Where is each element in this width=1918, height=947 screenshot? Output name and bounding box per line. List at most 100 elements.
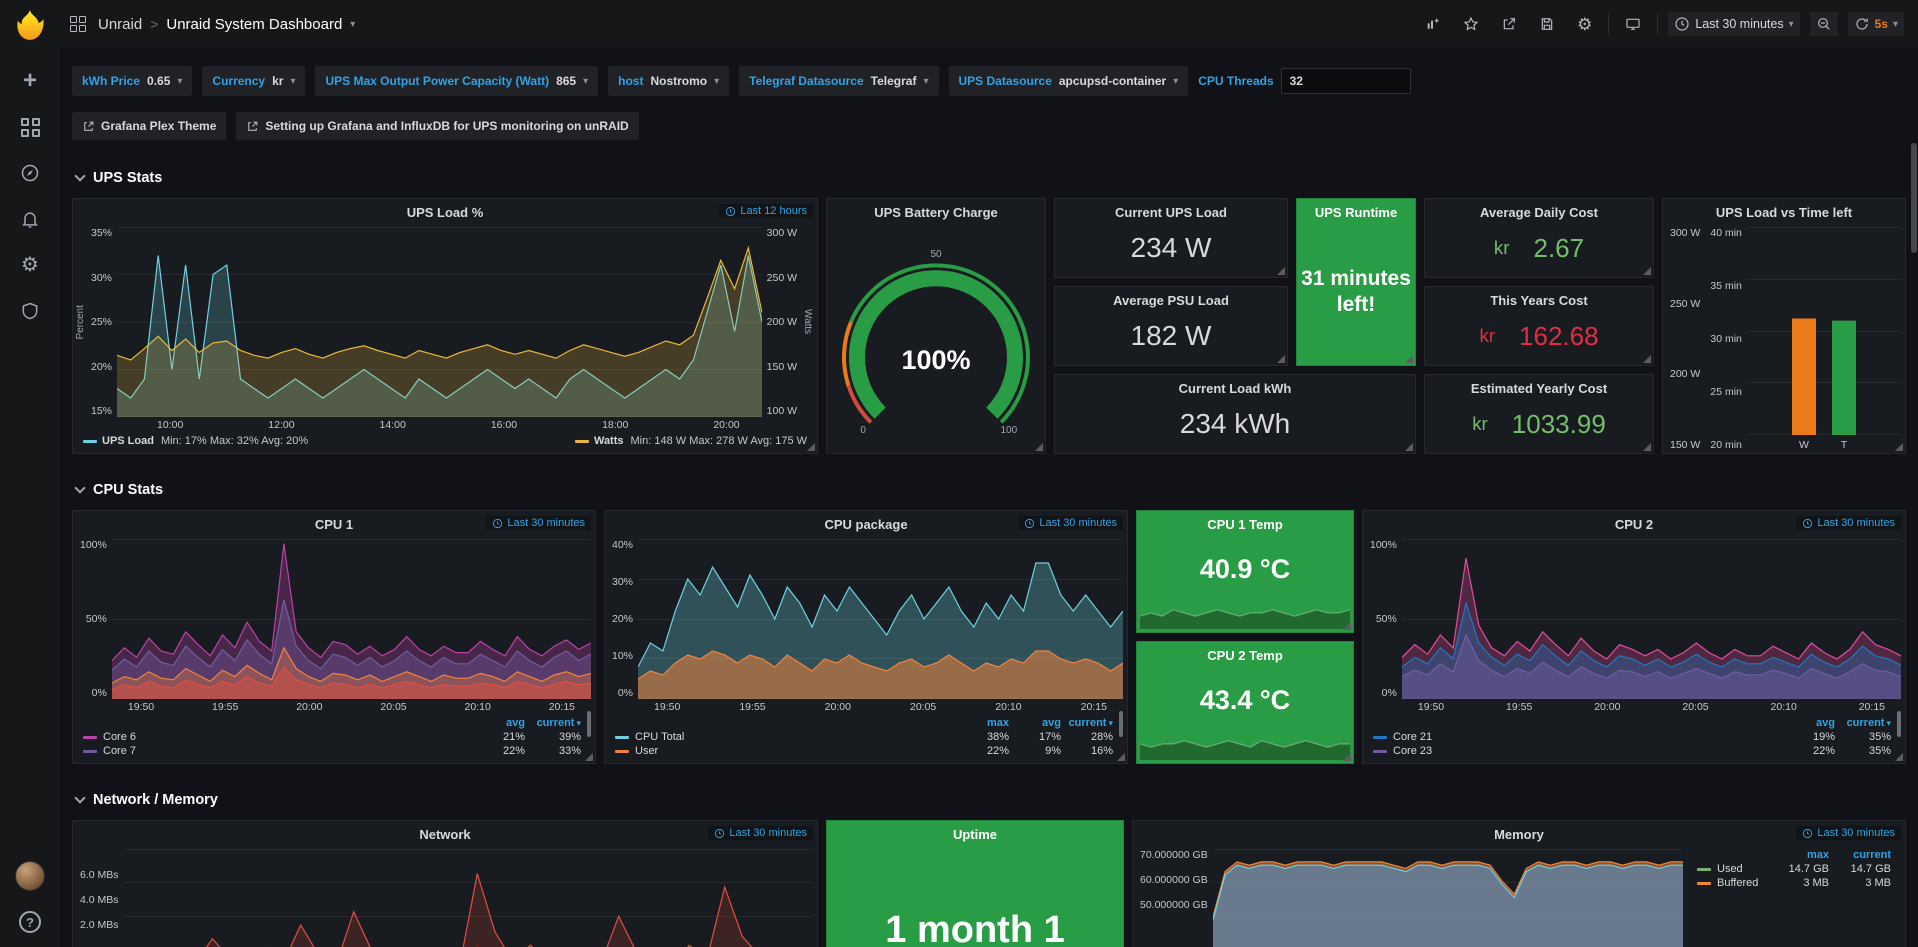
panel-ups-battery-charge[interactable]: UPS Battery Charge 050100100%: [826, 198, 1046, 454]
panel-average-daily-cost[interactable]: Average Daily Cost kr2.67: [1424, 198, 1654, 278]
panel-cpu2[interactable]: CPU 2 Last 30 minutes 100%50%0% 19:5019:…: [1362, 510, 1906, 764]
panel-cpu1[interactable]: CPU 1 Last 30 minutes 100%50%0% 19:5019:…: [72, 510, 596, 764]
panel-estimated-yearly-cost[interactable]: Estimated Yearly Cost kr1033.99: [1424, 374, 1654, 454]
panel-time-override-badge[interactable]: Last 12 hours: [719, 204, 813, 218]
star-button[interactable]: [1457, 12, 1485, 36]
resize-handle[interactable]: [1643, 443, 1651, 451]
resize-handle[interactable]: [1405, 355, 1413, 363]
legend-sort-header[interactable]: avg: [1009, 717, 1061, 729]
resize-handle[interactable]: [1405, 443, 1413, 451]
panel-title[interactable]: UPS Battery Charge: [874, 205, 998, 220]
panel-current-ups-load[interactable]: Current UPS Load 234 W: [1054, 198, 1288, 278]
resize-handle[interactable]: [1343, 622, 1351, 630]
alerting-bell-icon[interactable]: [19, 208, 41, 230]
share-button[interactable]: [1495, 12, 1523, 36]
dashboard-grid-icon[interactable]: [70, 16, 86, 32]
memory-chart[interactable]: [1213, 849, 1683, 947]
variable-currency[interactable]: Currency kr ▾: [202, 66, 305, 96]
legend-scrollbar[interactable]: [587, 711, 591, 737]
panel-title[interactable]: Current UPS Load: [1115, 205, 1227, 220]
ups-bars-chart[interactable]: WT: [1747, 227, 1901, 451]
resize-handle[interactable]: [1895, 443, 1903, 451]
cpu2-chart[interactable]: [1402, 539, 1901, 699]
resize-handle[interactable]: [1277, 355, 1285, 363]
panel-title[interactable]: UPS Load %: [407, 205, 484, 220]
panel-title[interactable]: This Years Cost: [1490, 293, 1587, 308]
variable-telegraf-datasource[interactable]: Telegraf Datasource Telegraf ▾: [739, 66, 938, 96]
link-ups-monitoring-guide[interactable]: Setting up Grafana and InfluxDB for UPS …: [236, 112, 638, 140]
user-avatar[interactable]: [15, 861, 45, 891]
caret-down-icon[interactable]: ▾: [350, 19, 355, 30]
legend-sort-header[interactable]: current▾: [525, 717, 581, 729]
section-header-cpu-stats[interactable]: CPU Stats: [72, 478, 1906, 502]
panel-time-override-badge[interactable]: Last 30 minutes: [486, 516, 591, 530]
panel-title[interactable]: UPS Runtime: [1315, 205, 1397, 220]
cpu1-chart[interactable]: [112, 539, 591, 699]
panel-title[interactable]: Average Daily Cost: [1480, 205, 1598, 220]
panel-uptime[interactable]: Uptime 1 month 1: [826, 820, 1124, 947]
variable-ups-max-output[interactable]: UPS Max Output Power Capacity (Watt) 865…: [315, 66, 598, 96]
resize-handle[interactable]: [807, 443, 815, 451]
panel-time-override-badge[interactable]: Last 30 minutes: [1018, 516, 1123, 530]
legend-item[interactable]: UPS LoadMin: 17% Max: 32% Avg: 20%: [83, 435, 308, 447]
legend-scrollbar[interactable]: [1897, 711, 1901, 737]
variable-ups-datasource[interactable]: UPS Datasource apcupsd-container ▾: [949, 66, 1189, 96]
panel-title[interactable]: CPU 2 Temp: [1207, 648, 1283, 663]
server-admin-shield-icon[interactable]: [19, 300, 41, 322]
link-grafana-plex-theme[interactable]: Grafana Plex Theme: [72, 112, 226, 140]
breadcrumb-folder[interactable]: Unraid: [98, 16, 142, 33]
legend-sort-header[interactable]: current▾: [1835, 717, 1891, 729]
resize-handle[interactable]: [585, 753, 593, 761]
configuration-gear-icon[interactable]: ⚙: [19, 254, 41, 276]
legend-sort-header[interactable]: current▾: [1061, 717, 1113, 729]
page-scrollbar[interactable]: [1910, 48, 1918, 947]
resize-handle[interactable]: [1895, 753, 1903, 761]
panel-title[interactable]: Network: [419, 827, 470, 842]
variable-host[interactable]: host Nostromo ▾: [608, 66, 729, 96]
legend-sort-header[interactable]: max: [957, 717, 1009, 729]
panel-title[interactable]: CPU package: [824, 517, 907, 532]
cpu-threads-input[interactable]: [1281, 68, 1411, 94]
panel-network[interactable]: Network Last 30 minutes 6.0 MBs4.0 MBs2.…: [72, 820, 818, 947]
resize-handle[interactable]: [1643, 355, 1651, 363]
panel-this-years-cost[interactable]: This Years Cost kr162.68: [1424, 286, 1654, 366]
panel-ups-load-percent[interactable]: UPS Load % Last 12 hours Percent 35%30%2…: [72, 198, 818, 454]
variable-kwh-price[interactable]: kWh Price 0.65 ▾: [72, 66, 192, 96]
explore-compass-icon[interactable]: [19, 162, 41, 184]
dashboard-title[interactable]: Unraid System Dashboard: [166, 16, 342, 33]
legend-series-label[interactable]: Used: [1697, 863, 1767, 875]
panel-average-psu-load[interactable]: Average PSU Load 182 W: [1054, 286, 1288, 366]
panel-cpu2-temp[interactable]: CPU 2 Temp 43.4 °C: [1136, 641, 1354, 764]
section-header-network-memory[interactable]: Network / Memory: [72, 788, 1906, 812]
panel-title[interactable]: UPS Load vs Time left: [1716, 205, 1852, 220]
zoom-out-button[interactable]: [1810, 12, 1838, 36]
dashboard-settings-button[interactable]: ⚙: [1571, 12, 1598, 37]
panel-cpu-package[interactable]: CPU package Last 30 minutes 40%30%20%10%…: [604, 510, 1128, 764]
legend-item[interactable]: WattsMin: 148 W Max: 278 W Avg: 175 W: [575, 435, 807, 447]
dashboards-icon[interactable]: [19, 116, 41, 138]
panel-title[interactable]: Average PSU Load: [1113, 293, 1229, 308]
tv-kiosk-button[interactable]: [1619, 12, 1647, 36]
cpu-package-chart[interactable]: [638, 539, 1123, 699]
network-chart[interactable]: [124, 849, 813, 947]
panel-ups-load-vs-time-left[interactable]: UPS Load vs Time left 300 W250 W200 W150…: [1662, 198, 1906, 454]
save-button[interactable]: [1533, 12, 1561, 36]
legend-series-label[interactable]: Core 23: [1373, 745, 1779, 757]
scrollbar-thumb[interactable]: [1911, 143, 1917, 253]
add-panel-button[interactable]: [1419, 12, 1447, 36]
help-icon[interactable]: ?: [19, 911, 41, 933]
legend-sort-header[interactable]: avg: [469, 717, 525, 729]
panel-title[interactable]: CPU 1: [315, 517, 353, 532]
panel-time-override-badge[interactable]: Last 30 minutes: [1796, 516, 1901, 530]
section-header-ups-stats[interactable]: UPS Stats: [72, 166, 1906, 190]
refresh-button[interactable]: 5s ▾: [1848, 12, 1904, 36]
panel-time-override-badge[interactable]: Last 30 minutes: [708, 826, 813, 840]
legend-series-label[interactable]: CPU Total: [615, 731, 957, 743]
battery-gauge[interactable]: 050100100%: [827, 225, 1045, 453]
time-range-picker[interactable]: Last 30 minutes ▾: [1668, 12, 1799, 36]
grafana-logo[interactable]: [13, 8, 47, 42]
legend-sort-header[interactable]: current: [1829, 849, 1891, 861]
panel-current-load-kwh[interactable]: Current Load kWh 234 kWh: [1054, 374, 1416, 454]
legend-series-label[interactable]: User: [615, 745, 957, 757]
resize-handle[interactable]: [1643, 267, 1651, 275]
